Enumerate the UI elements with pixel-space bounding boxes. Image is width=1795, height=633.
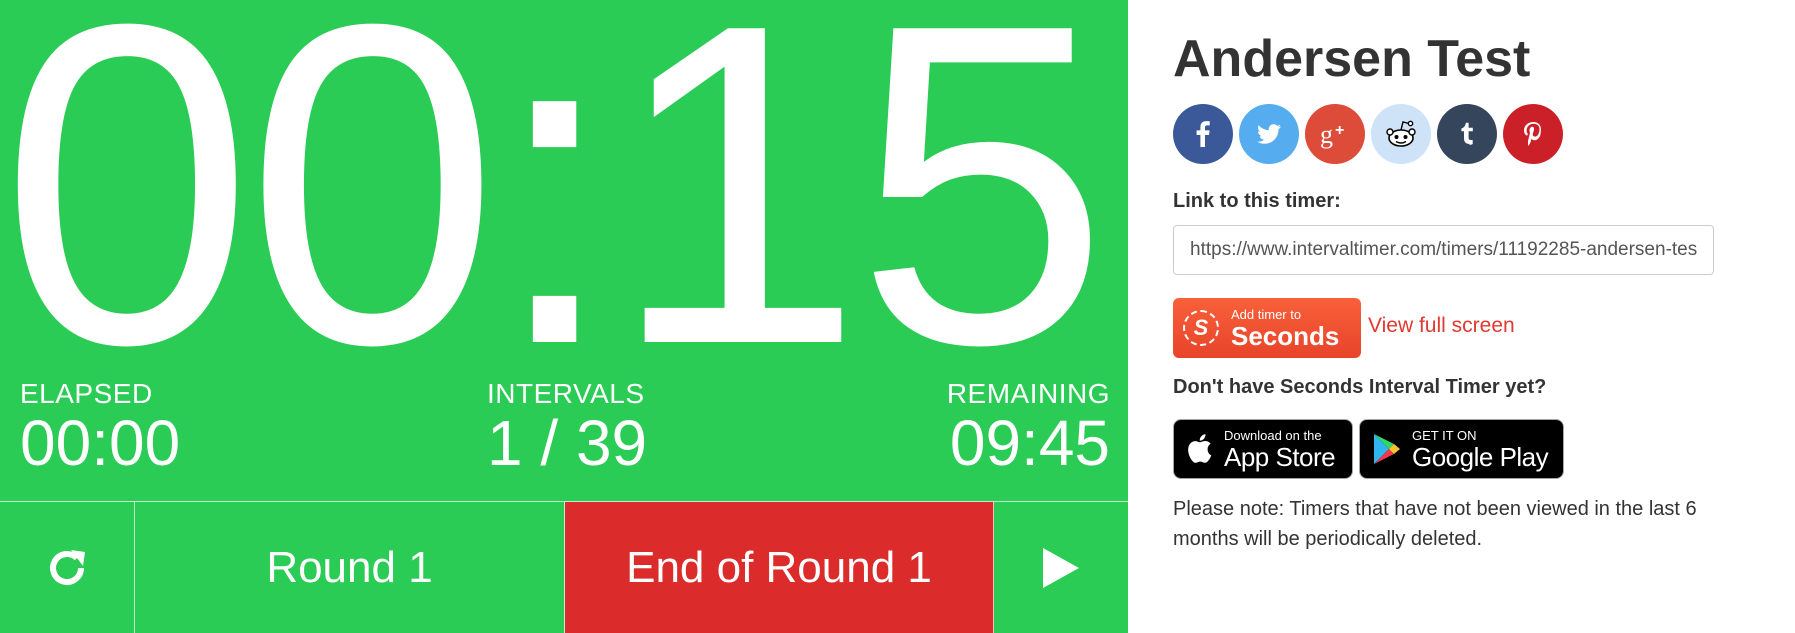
reset-button[interactable] — [0, 502, 135, 633]
facebook-icon — [1196, 121, 1210, 147]
remaining-stat: REMAINING 09:45 — [947, 378, 1110, 476]
pinterest-icon — [1524, 122, 1541, 146]
google-plus-icon: g + — [1320, 120, 1344, 149]
link-label: Link to this timer: — [1173, 190, 1341, 212]
google-play-icon — [1374, 434, 1400, 464]
twitter-icon — [1257, 124, 1281, 144]
download-prompt: Don't have Seconds Interval Timer yet? — [1173, 376, 1547, 398]
svg-text:+: + — [1335, 122, 1344, 139]
share-pinterest-button[interactable] — [1503, 104, 1563, 164]
intervals-value: 1 / 39 — [487, 407, 648, 479]
intervals-stat: INTERVALS 1 / 39 — [487, 378, 647, 476]
timer-panel: 00:15 ELAPSED 00:00 INTERVALS 1 / 39 REM… — [0, 0, 1128, 633]
seconds-button-big-label: Seconds — [1231, 320, 1340, 351]
refresh-icon — [50, 550, 85, 585]
remaining-label: REMAINING — [946, 378, 1110, 409]
seconds-button-small-label: Add timer to — [1231, 306, 1302, 322]
share-tumblr-button[interactable] — [1437, 104, 1497, 164]
google-play-small-label: GET IT ON — [1412, 427, 1477, 443]
deletion-note: Please note: Timers that have not been v… — [1173, 498, 1697, 550]
reddit-icon — [1386, 120, 1416, 147]
timer-title: Andersen Test — [1173, 30, 1531, 88]
page: 00:15 ELAPSED 00:00 INTERVALS 1 / 39 REM… — [0, 0, 1795, 633]
app-store-big-label: App Store — [1224, 441, 1336, 472]
app-store-small-label: Download on the — [1224, 427, 1322, 443]
google-play-text: GET IT ON Google Play — [1412, 427, 1549, 472]
remaining-value: 09:45 — [949, 407, 1110, 479]
app-store-badge[interactable]: Download on the App Store — [1173, 419, 1353, 479]
share-twitter-button[interactable] — [1239, 104, 1299, 164]
elapsed-label: ELAPSED — [20, 378, 153, 409]
google-play-badge[interactable]: GET IT ON Google Play — [1359, 419, 1564, 479]
next-interval-button[interactable]: End of Round 1 — [565, 502, 994, 633]
play-button[interactable] — [994, 502, 1128, 633]
seconds-logo-icon: S — [1183, 310, 1219, 346]
current-interval-button[interactable]: Round 1 — [135, 502, 565, 633]
play-icon — [1043, 548, 1079, 588]
tumblr-icon — [1461, 122, 1473, 145]
timer-controls: Round 1 End of Round 1 — [0, 501, 1128, 633]
share-google-plus-button[interactable]: g + — [1305, 104, 1365, 164]
elapsed-stat: ELAPSED 00:00 — [20, 378, 180, 476]
google-play-big-label: Google Play — [1412, 441, 1549, 472]
share-facebook-button[interactable] — [1173, 104, 1233, 164]
elapsed-value: 00:00 — [20, 407, 181, 479]
seconds-button-text: Add timer to Seconds — [1231, 308, 1339, 349]
app-store-text: Download on the App Store — [1224, 427, 1336, 472]
svg-text:g: g — [1320, 120, 1333, 149]
apple-icon — [1188, 434, 1212, 463]
share-buttons: g + — [1173, 104, 1563, 164]
share-reddit-button[interactable] — [1371, 104, 1431, 164]
main-countdown: 00:15 — [0, 0, 1109, 439]
timer-link-input[interactable] — [1173, 225, 1714, 275]
view-full-screen-link[interactable]: View full screen — [1368, 314, 1515, 338]
intervals-label: INTERVALS — [487, 378, 645, 409]
add-to-seconds-button[interactable]: S Add timer to Seconds — [1173, 298, 1361, 358]
